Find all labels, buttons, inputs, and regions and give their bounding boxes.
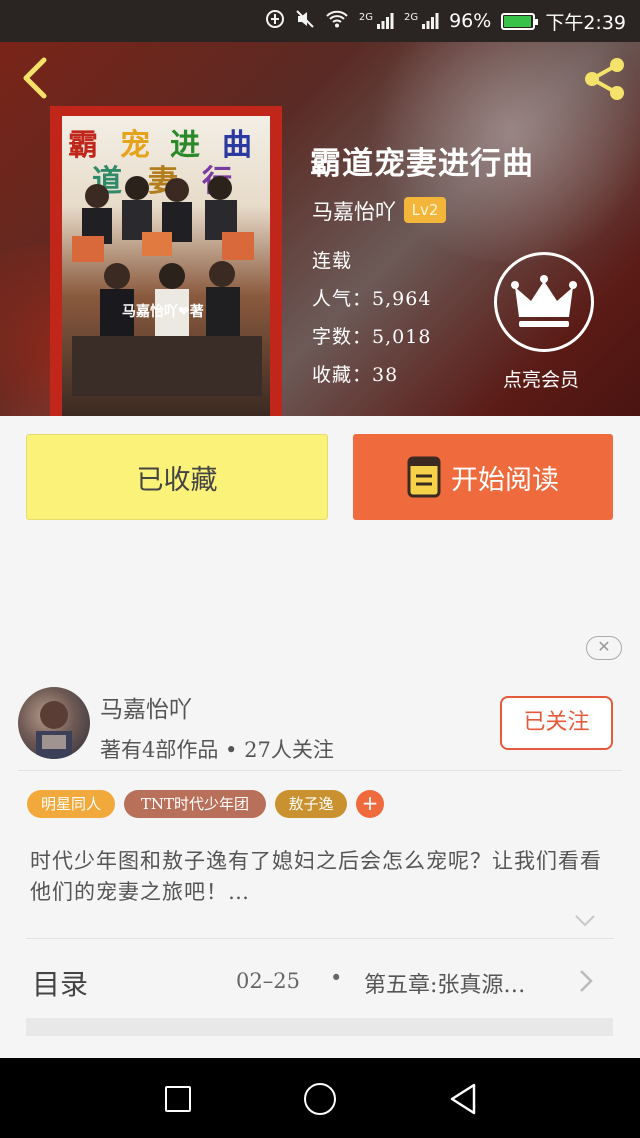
section-spacer	[26, 1018, 613, 1036]
start-reading-label: 开始阅读	[451, 464, 559, 496]
favorites-stat: 收藏：38	[312, 360, 398, 387]
add-tag-button[interactable]: +	[356, 790, 384, 818]
data-saver-icon	[265, 9, 285, 34]
cover-signature: 马嘉怡吖❤著	[122, 304, 204, 320]
popularity-stat: 人气：5,964	[312, 284, 431, 311]
divider	[18, 770, 622, 771]
share-icon	[585, 58, 624, 100]
word-count-value: 5,018	[372, 326, 432, 348]
expand-description-button[interactable]	[574, 912, 596, 928]
word-count-stat: 字数：5,018	[312, 322, 431, 349]
avatar-image	[36, 701, 72, 759]
signal-icon-2: 2G	[404, 12, 439, 30]
tag-chip[interactable]: 明星同人	[27, 790, 115, 818]
chevron-left-icon	[23, 57, 47, 99]
crown-icon	[511, 275, 577, 327]
signal-icon-1: 2G	[359, 12, 394, 30]
clock: 下午2:39	[545, 11, 626, 34]
close-ad-button[interactable]: ✕	[586, 636, 622, 660]
book-description: 时代少年图和敖子逸有了媳妇之后会怎么宠呢？让我们看看他们的宠妻之旅吧！…	[30, 849, 602, 904]
network-type-2: 2G	[403, 12, 419, 23]
toc-open-button[interactable]	[578, 968, 594, 994]
back-button[interactable]	[18, 56, 54, 100]
author-stats: 著有4部作品 • 27人关注	[100, 738, 334, 762]
toc-latest-chapter[interactable]: 第五章:张真源…	[364, 967, 525, 999]
share-button[interactable]	[580, 54, 630, 104]
follow-button[interactable]: 已关注	[500, 696, 613, 750]
status-bar: 2G 2G 96% 下午2:39	[0, 0, 640, 42]
favorites-value: 38	[372, 364, 399, 386]
chevron-right-icon	[580, 970, 593, 992]
author-avatar[interactable]	[18, 687, 90, 759]
cover-artwork: 霸 宠 进 曲 道 妻 行 马嘉怡吖❤著	[62, 116, 270, 416]
author-level-badge: Lv2	[404, 197, 446, 223]
chevron-down-icon	[575, 915, 595, 927]
divider	[26, 938, 614, 939]
book-author[interactable]: 马嘉怡吖	[312, 196, 396, 226]
recent-apps-button[interactable]	[165, 1086, 191, 1112]
word-count-label: 字数：	[312, 326, 373, 348]
system-back-button[interactable]	[448, 1082, 478, 1116]
book-status: 连载	[312, 250, 353, 272]
mute-icon	[295, 9, 315, 34]
wifi-icon	[325, 9, 349, 34]
start-reading-button[interactable]: 开始阅读	[353, 434, 613, 520]
author-name[interactable]: 马嘉怡吖	[100, 690, 192, 724]
vip-label[interactable]: 点亮会员	[503, 365, 579, 392]
tag-chip[interactable]: TNT时代少年团	[124, 790, 266, 818]
toc-separator: •	[330, 966, 343, 990]
popularity-value: 5,964	[372, 288, 432, 310]
book-cover[interactable]: 霸 宠 进 曲 道 妻 行 马嘉怡吖❤著	[50, 106, 282, 416]
battery-percent: 96%	[449, 10, 492, 32]
network-type-1: 2G	[358, 12, 373, 23]
toc-update-date: 02–25	[236, 969, 300, 993]
triangle-back-icon	[450, 1083, 476, 1115]
home-button[interactable]	[304, 1083, 336, 1115]
cover-title-char: 宠	[120, 128, 150, 163]
vip-crown-button[interactable]	[494, 252, 594, 352]
popularity-label: 人气：	[312, 288, 373, 310]
battery-fill	[504, 15, 532, 27]
cover-group-photo	[72, 176, 262, 396]
collected-button[interactable]: 已收藏	[26, 434, 328, 520]
battery-icon	[501, 12, 539, 30]
toc-label[interactable]: 目录	[32, 963, 88, 1003]
book-title: 霸道宠妻进行曲	[310, 146, 534, 182]
favorites-label: 收藏：	[312, 364, 373, 386]
tag-chip[interactable]: 敖子逸	[275, 790, 347, 818]
book-icon	[407, 456, 441, 498]
